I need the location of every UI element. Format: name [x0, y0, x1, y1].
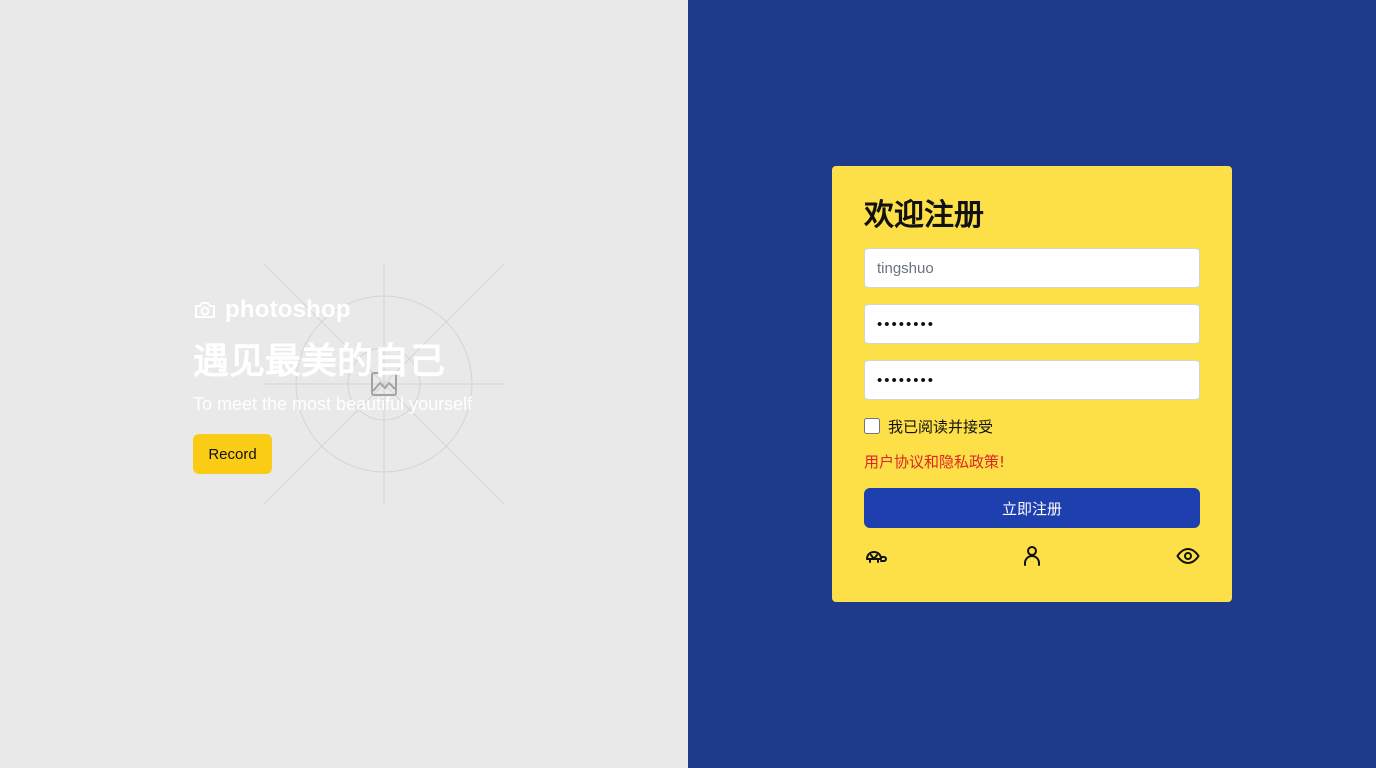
policy-link[interactable]: 用户协议和隐私政策! [864, 452, 1005, 472]
brand: photoshop [193, 296, 351, 324]
hero-subtitle: To meet the most beautiful yourself [193, 394, 473, 414]
password-input[interactable] [864, 304, 1200, 344]
turtle-icon[interactable] [864, 544, 888, 568]
agree-row: 我已阅读并接受 [864, 417, 1200, 436]
eye-icon[interactable] [1176, 544, 1200, 568]
register-button[interactable]: 立即注册 [864, 488, 1200, 528]
username-input[interactable] [864, 248, 1200, 288]
agree-label: 我已阅读并接受 [888, 417, 994, 436]
hero-title: 遇见最美的自己 [193, 341, 446, 382]
register-form: 欢迎注册 我已阅读并接受 用户协议和隐私政策! 立即注册 [832, 166, 1232, 602]
record-button[interactable]: Record [193, 434, 272, 474]
register-panel: 欢迎注册 我已阅读并接受 用户协议和隐私政策! 立即注册 [688, 0, 1376, 768]
agree-checkbox[interactable] [864, 418, 880, 434]
user-icon[interactable] [1020, 544, 1044, 568]
brand-name: photoshop [225, 296, 351, 323]
camera-icon [195, 302, 215, 318]
form-title: 欢迎注册 [864, 198, 984, 233]
hero-panel: photoshop 遇见最美的自己 To meet the most beaut… [0, 0, 688, 768]
footer-icons [864, 544, 1200, 568]
register-page: photoshop 遇见最美的自己 To meet the most beaut… [0, 0, 1376, 768]
confirm-password-input[interactable] [864, 360, 1200, 400]
